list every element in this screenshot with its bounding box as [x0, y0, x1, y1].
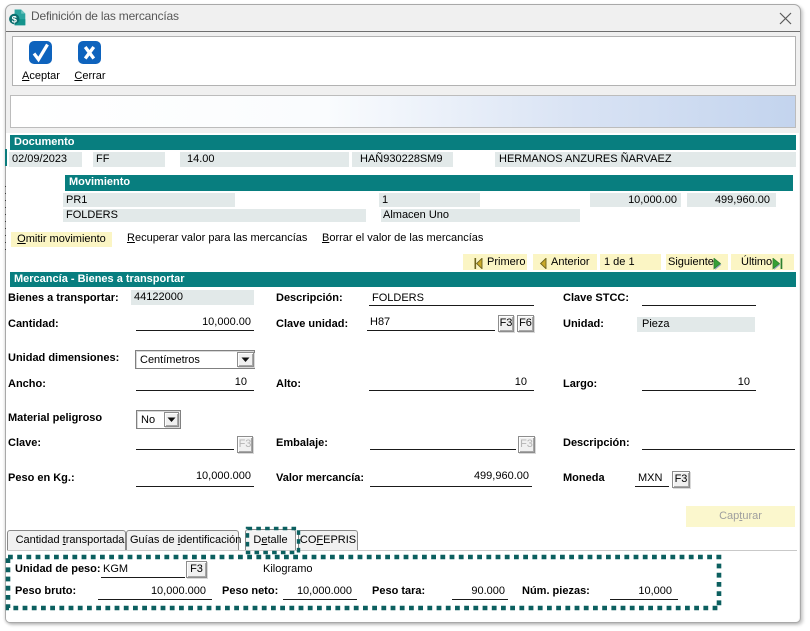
svg-text:$: $: [12, 14, 18, 25]
